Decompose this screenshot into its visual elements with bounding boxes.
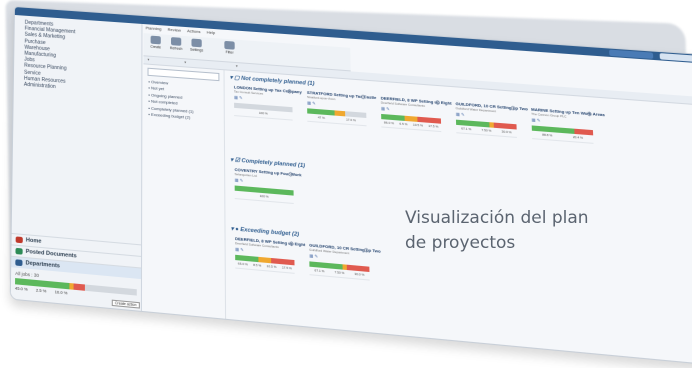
project-card[interactable]: DEERFIELD, 8 WP Setting up Eight Deerfiel…: [381, 95, 452, 158]
project-card[interactable]: GUILDFORD, 10 CR Setting up Two Guildford…: [309, 242, 381, 307]
project-card[interactable]: LONDON Setting up Tax Company Tax Consult…: [234, 84, 302, 146]
project-card[interactable]: STRATFORD Setting up Tax Castle Stratford…: [307, 90, 376, 153]
percent-label: 10.5 %: [266, 263, 277, 270]
project-card[interactable]: COVENTRY Setting up Four Work Selangorian…: [235, 167, 302, 231]
percent-label: 65.0 %: [237, 261, 248, 267]
percent-label: 7.50 %: [334, 269, 345, 276]
card-action-icons[interactable]: ▦ ✎: [307, 100, 316, 106]
card-action-icons[interactable]: ▦ ✎: [456, 111, 465, 117]
tooltip: Create action: [111, 299, 140, 309]
bar-segment-red: [73, 283, 86, 291]
filter-icon: [224, 40, 235, 50]
status-tree: ▪ Overview ▪ Not yet ▪ Ongoing planned ▪…: [148, 79, 193, 122]
group-exceeding-budget: ▾ ● Exceeding budget (2) DEERFIELD, 8 WP…: [231, 226, 381, 302]
percent-label: 88.8 %: [542, 132, 553, 138]
gear-icon[interactable]: ⚙: [288, 171, 294, 179]
percent-label: 17.5 %: [281, 265, 292, 271]
card-action-icons[interactable]: ▦ ✎: [381, 106, 390, 112]
percent-label: 67.1 %: [461, 126, 472, 132]
filter-chip[interactable]: ▾: [184, 60, 186, 64]
group-completely-planned: ▾ ☑ Completely planned (1) COVENTRY Sett…: [230, 157, 306, 232]
filter-chip[interactable]: ▾: [236, 64, 238, 68]
gear-icon[interactable]: ⚙: [510, 105, 516, 113]
project-card[interactable]: MARINE Setting up Ten Work Areas The Cann…: [531, 107, 605, 171]
card-row: LONDON Setting up Tax Company Tax Consult…: [230, 81, 605, 149]
summary-percent: 2.5 %: [35, 287, 47, 294]
percent-label: 100 %: [259, 193, 269, 199]
group-not-completely-planned: ▾ ▢ Not completely planned (1) LONDON Se…: [230, 75, 605, 150]
project-card[interactable]: GUILDFORD, 10 CR Setting up Two Guildford…: [455, 101, 528, 165]
summary-percent: 45.0 %: [14, 285, 28, 292]
navigation-tree: Departments Financial Management Sales &…: [24, 20, 76, 92]
posted-documents-icon: [15, 247, 23, 255]
percent-label: 8.5 %: [253, 262, 262, 268]
caption-line: de proyectos: [405, 233, 516, 253]
percent-label: 17.0 %: [345, 117, 356, 123]
percent-label: 20.4 %: [572, 134, 584, 140]
percent-label: 17.5 %: [428, 123, 439, 129]
screenshot-stage: Planning Review Actions Help Create Refr…: [0, 0, 692, 368]
percent-label: 30.0 %: [501, 129, 512, 135]
sidebar: Departments Financial Management Sales &…: [10, 14, 143, 311]
card-row: COVENTRY Setting up Four Work Selangorian…: [230, 163, 306, 232]
refresh-button[interactable]: Refresh: [168, 37, 184, 51]
card-action-icons[interactable]: ▦ ✎: [235, 177, 244, 183]
percent-label: 7.50 %: [481, 127, 492, 133]
filter-button[interactable]: Filter: [221, 40, 238, 55]
percent-label: 10.5 %: [412, 122, 423, 128]
create-icon: [150, 35, 161, 45]
card-row: DEERFIELD, 8 WP Setting up Eight Deerfiel…: [231, 232, 381, 302]
settings-button[interactable]: Settings: [188, 38, 204, 53]
card-action-icons[interactable]: ▦ ✎: [309, 253, 318, 259]
filter-chip[interactable]: ▾: [148, 58, 150, 62]
percent-label: 86.0 %: [383, 120, 394, 126]
summary-percent: 10.0 %: [54, 289, 68, 296]
app-window: Planning Review Actions Help Create Refr…: [9, 6, 692, 368]
percent-label: 6.5 %: [399, 121, 408, 127]
configure-page-button[interactable]: [609, 49, 654, 59]
card-action-icons[interactable]: ▦ ✎: [235, 246, 244, 252]
gear-icon[interactable]: ⚙: [287, 88, 293, 96]
project-card[interactable]: DEERFIELD, 8 WP Setting up Eight Deerfiel…: [235, 236, 305, 301]
gear-icon[interactable]: ⚙: [288, 240, 294, 249]
percent-label: 100 %: [258, 110, 268, 116]
gear-icon[interactable]: ⚙: [586, 111, 592, 119]
caption: Visualización del plan de proyectos: [405, 206, 589, 256]
percent-label: 47 %: [317, 115, 325, 121]
caption-line: Visualización del plan: [405, 208, 589, 228]
create-button[interactable]: Create: [148, 35, 164, 49]
percent-label: 30.0 %: [354, 271, 365, 277]
departments-icon: [15, 259, 23, 267]
gear-icon[interactable]: ⚙: [363, 247, 369, 255]
refresh-icon: [171, 37, 182, 46]
card-action-icons[interactable]: ▦ ✎: [234, 95, 243, 101]
percent-label: 67.1 %: [314, 268, 325, 274]
gear-icon[interactable]: ⚙: [435, 99, 441, 107]
gear-icon[interactable]: ⚙: [360, 94, 366, 102]
card-action-icons[interactable]: ▦ ✎: [531, 117, 540, 123]
user-menu[interactable]: [659, 53, 692, 63]
tree-panel: ▪ Overview ▪ Not yet ▪ Ongoing planned ▪…: [143, 64, 227, 319]
home-icon: [15, 236, 23, 244]
gear-icon: [191, 38, 202, 48]
